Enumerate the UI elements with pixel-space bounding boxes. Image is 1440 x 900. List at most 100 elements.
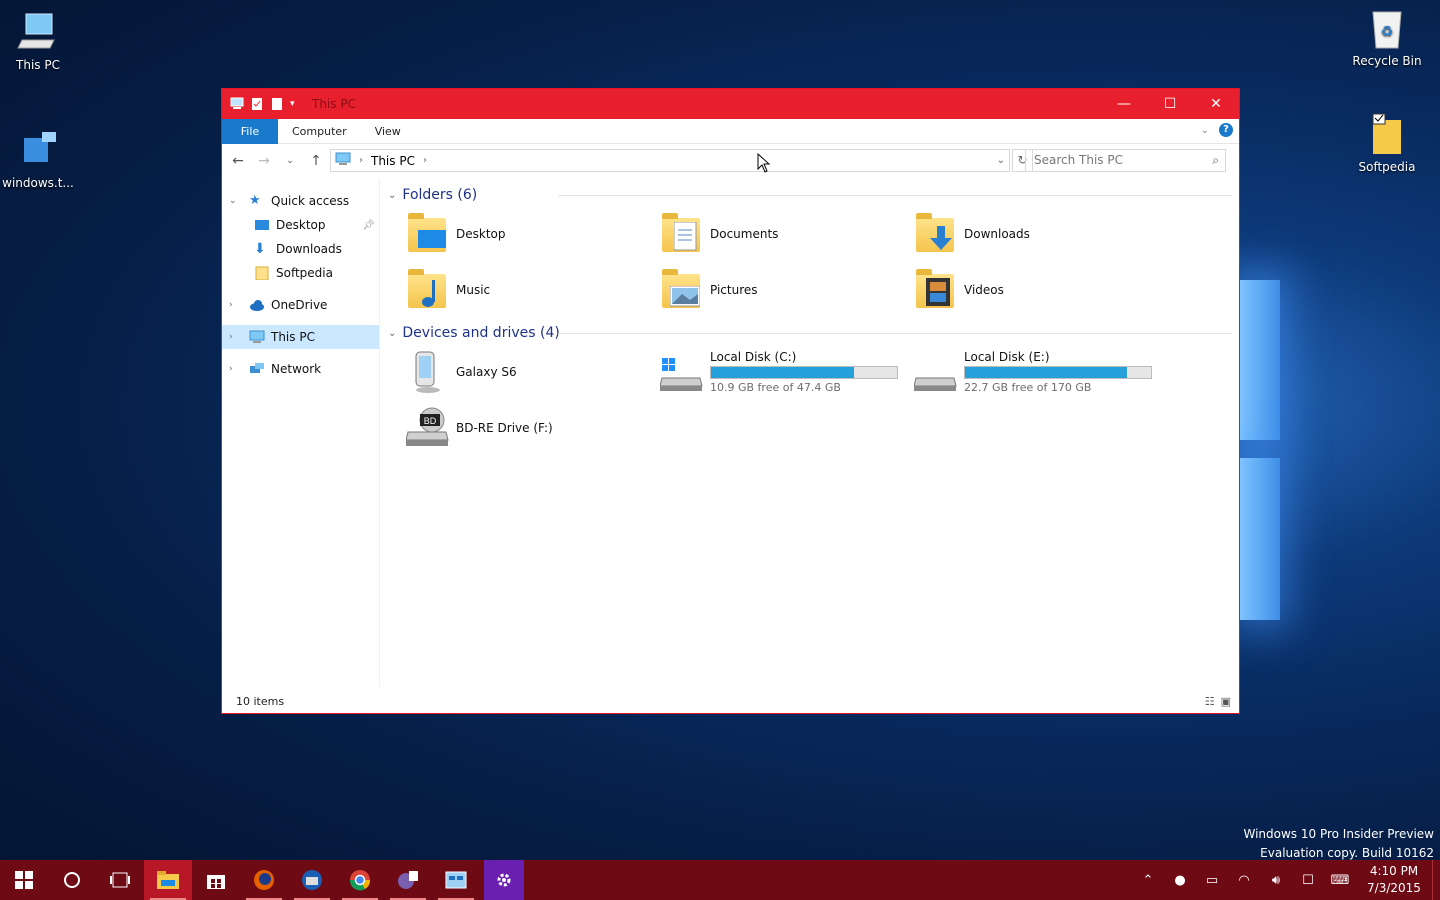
new-folder-icon[interactable] [270, 97, 284, 111]
desktop-icon-this-pc[interactable]: This PC [0, 10, 76, 72]
expand-ribbon-icon[interactable]: ⌄ [1201, 125, 1209, 136]
chevron-right-icon[interactable]: › [229, 300, 241, 310]
pin-icon[interactable]: 📌︎ [362, 220, 375, 231]
desktop-icon-windows-file[interactable]: windows.t... [0, 128, 76, 190]
window-title: This PC [312, 97, 356, 111]
control-panel-taskbar-icon[interactable] [432, 860, 480, 900]
folder-icon [1365, 112, 1409, 156]
store-taskbar-icon[interactable] [192, 860, 240, 900]
security-icon[interactable]: ● [1164, 873, 1196, 888]
chevron-right-icon[interactable]: › [229, 364, 241, 374]
device-tile-galaxy-s6[interactable]: Galaxy S6 [406, 344, 660, 400]
optical-drive-icon: BD [405, 406, 450, 450]
windows-logo-wallpaper [1240, 250, 1440, 670]
breadcrumb-this-pc[interactable]: This PC [371, 154, 415, 168]
chevron-down-icon[interactable]: ⌄ [388, 328, 396, 339]
properties-icon[interactable] [250, 97, 264, 111]
clock[interactable]: 4:10 PM 7/3/2015 [1356, 863, 1432, 897]
drive-icon [913, 350, 958, 394]
explorer-window[interactable]: ▾ This PC — ☐ ✕ File Computer View ⌄ ? ←… [221, 88, 1240, 714]
drive-usage-bar [964, 366, 1152, 379]
chevron-down-icon[interactable]: ⌄ [229, 196, 241, 206]
app-taskbar-icon[interactable] [384, 860, 432, 900]
folder-tile-videos[interactable]: Videos [914, 262, 1168, 318]
content-pane: ⌄ Folders (6) Desktop Documents Download… [382, 184, 1232, 684]
recycle-bin-icon: ♻ [1365, 6, 1409, 50]
nav-item-onedrive[interactable]: › OneDrive [222, 293, 379, 317]
recent-locations-button[interactable]: ⌄ [282, 156, 298, 166]
up-button[interactable]: ↑ [308, 153, 324, 169]
settings-taskbar-icon[interactable] [484, 860, 524, 900]
group-header-folders[interactable]: ⌄ Folders (6) [388, 184, 1232, 206]
chevron-down-icon[interactable]: ▾ [290, 97, 304, 111]
minimize-button[interactable]: — [1101, 89, 1147, 119]
navigation-pane: ⌄ ★ Quick access Desktop 📌︎ ⬇ Downloads … [222, 179, 380, 687]
help-icon[interactable]: ? [1219, 123, 1233, 137]
large-icons-view-icon[interactable]: ▣ [1221, 695, 1231, 708]
drive-usage-bar [710, 366, 898, 379]
title-bar[interactable]: ▾ This PC — ☐ ✕ [222, 89, 1239, 119]
wifi-icon[interactable]: ◠ [1228, 873, 1260, 888]
volume-icon[interactable]: 🔊︎ [1260, 873, 1292, 888]
svg-text:♻: ♻ [1381, 24, 1394, 40]
breadcrumb-separator[interactable]: › [423, 155, 427, 166]
close-button[interactable]: ✕ [1193, 89, 1239, 119]
nav-item-quick-access[interactable]: ⌄ ★ Quick access [222, 189, 379, 213]
status-bar: 10 items ☷ ▣ [222, 689, 1239, 713]
nav-item-network[interactable]: › Network [222, 357, 379, 381]
nav-item-downloads[interactable]: ⬇ Downloads [222, 237, 379, 261]
windows-file-icon [16, 128, 60, 172]
forward-button[interactable]: → [256, 153, 272, 169]
drive-tile-c[interactable]: Local Disk (C:) 10.9 GB free of 47.4 GB [659, 344, 914, 400]
drive-tile-e[interactable]: Local Disk (E:) 22.7 GB free of 170 GB [913, 344, 1168, 400]
nav-item-softpedia[interactable]: Softpedia [222, 261, 379, 285]
details-view-icon[interactable]: ☷ [1205, 695, 1215, 708]
chevron-down-icon[interactable]: ⌄ [388, 190, 396, 201]
firefox-taskbar-icon[interactable] [240, 860, 288, 900]
tab-computer[interactable]: Computer [278, 119, 361, 144]
downloads-folder-icon [914, 212, 958, 256]
chrome-taskbar-icon[interactable] [336, 860, 384, 900]
thunderbird-taskbar-icon[interactable] [288, 860, 336, 900]
group-header-devices[interactable]: ⌄ Devices and drives (4) [388, 322, 1232, 344]
desktop-icon-softpedia[interactable]: Softpedia [1349, 112, 1425, 174]
folder-tile-music[interactable]: Music [406, 262, 660, 318]
svg-text:BD: BD [424, 416, 437, 426]
drive-tile-f[interactable]: BD BD-RE Drive (F:) [405, 400, 660, 456]
search-icon: ⌕ [1212, 153, 1219, 167]
tab-view[interactable]: View [361, 119, 415, 144]
search-input[interactable]: Search This PC ⌕ [1025, 149, 1226, 172]
battery-icon[interactable]: ▭ [1196, 873, 1228, 888]
folder-tile-pictures[interactable]: Pictures [660, 262, 914, 318]
show-desktop-button[interactable] [1432, 860, 1440, 900]
folder-tile-desktop[interactable]: Desktop [406, 206, 660, 262]
search-cortana-button[interactable] [48, 860, 96, 900]
task-view-button[interactable] [96, 860, 144, 900]
folder-icon [254, 266, 270, 281]
breadcrumb-separator[interactable]: › [359, 155, 363, 166]
videos-folder-icon [914, 268, 958, 312]
divider [558, 195, 1232, 196]
desktop-folder-icon [406, 212, 450, 256]
show-hidden-icons-icon[interactable]: ⌃ [1132, 873, 1164, 888]
chevron-right-icon[interactable]: › [229, 332, 241, 342]
nav-item-this-pc[interactable]: › This PC [222, 325, 379, 349]
start-button[interactable] [0, 860, 48, 900]
chevron-down-icon[interactable]: ⌄ [997, 155, 1005, 166]
documents-folder-icon [660, 212, 704, 256]
build-watermark: Windows 10 Pro Insider Preview Evaluatio… [1243, 827, 1434, 860]
nav-item-desktop[interactable]: Desktop 📌︎ [222, 213, 379, 237]
computer-icon [249, 330, 265, 344]
tab-file[interactable]: File [222, 118, 278, 144]
music-folder-icon [406, 268, 450, 312]
back-button[interactable]: ← [230, 153, 246, 169]
maximize-button[interactable]: ☐ [1147, 89, 1193, 119]
address-bar[interactable]: › This PC › ⌄ [330, 149, 1010, 172]
taskbar: ⌃ ● ▭ ◠ 🔊︎ ☐ ⌨ 4:10 PM 7/3/2015 [0, 860, 1440, 900]
folder-tile-documents[interactable]: Documents [660, 206, 914, 262]
desktop-icon-recycle-bin[interactable]: ♻ Recycle Bin [1349, 6, 1425, 68]
file-explorer-taskbar-icon[interactable] [144, 860, 192, 900]
action-center-icon[interactable]: ☐ [1292, 873, 1324, 888]
folder-tile-downloads[interactable]: Downloads [914, 206, 1168, 262]
keyboard-icon[interactable]: ⌨ [1324, 873, 1356, 888]
